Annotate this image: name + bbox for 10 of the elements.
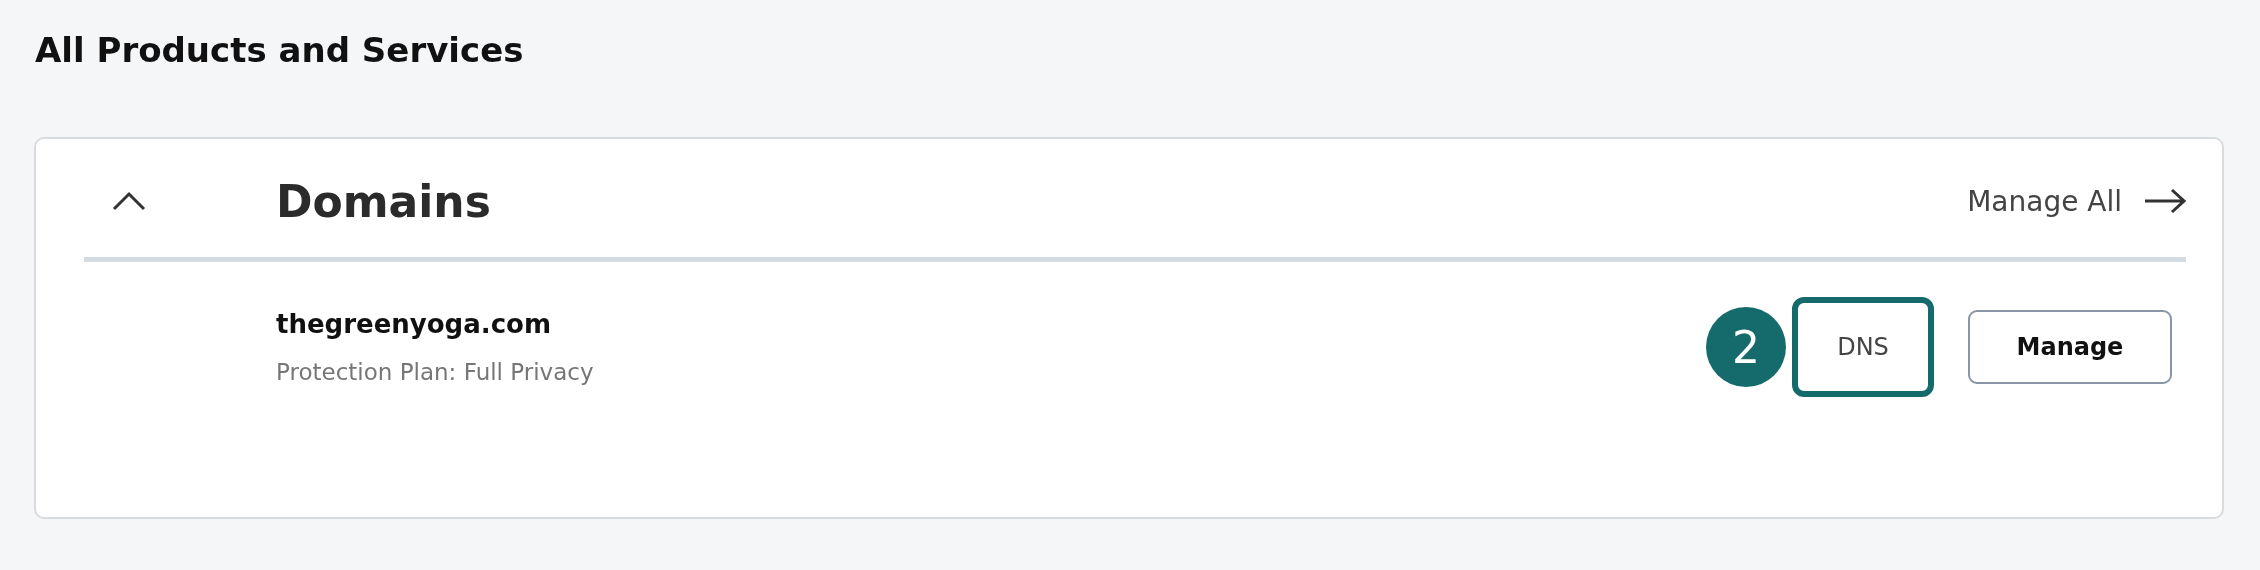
- page-title: All Products and Services: [35, 29, 524, 72]
- dns-button[interactable]: DNS: [1792, 297, 1934, 397]
- manage-all-link[interactable]: Manage All: [1967, 184, 2186, 218]
- arrow-right-icon: [2144, 188, 2186, 214]
- manage-button[interactable]: Manage: [1968, 310, 2172, 384]
- chevron-up-icon[interactable]: [112, 191, 146, 211]
- domain-name: thegreenyoga.com: [276, 309, 551, 339]
- step-badge: 2: [1706, 307, 1786, 387]
- section-title: Domains: [276, 175, 491, 227]
- protection-plan-text: Protection Plan: Full Privacy: [276, 359, 594, 385]
